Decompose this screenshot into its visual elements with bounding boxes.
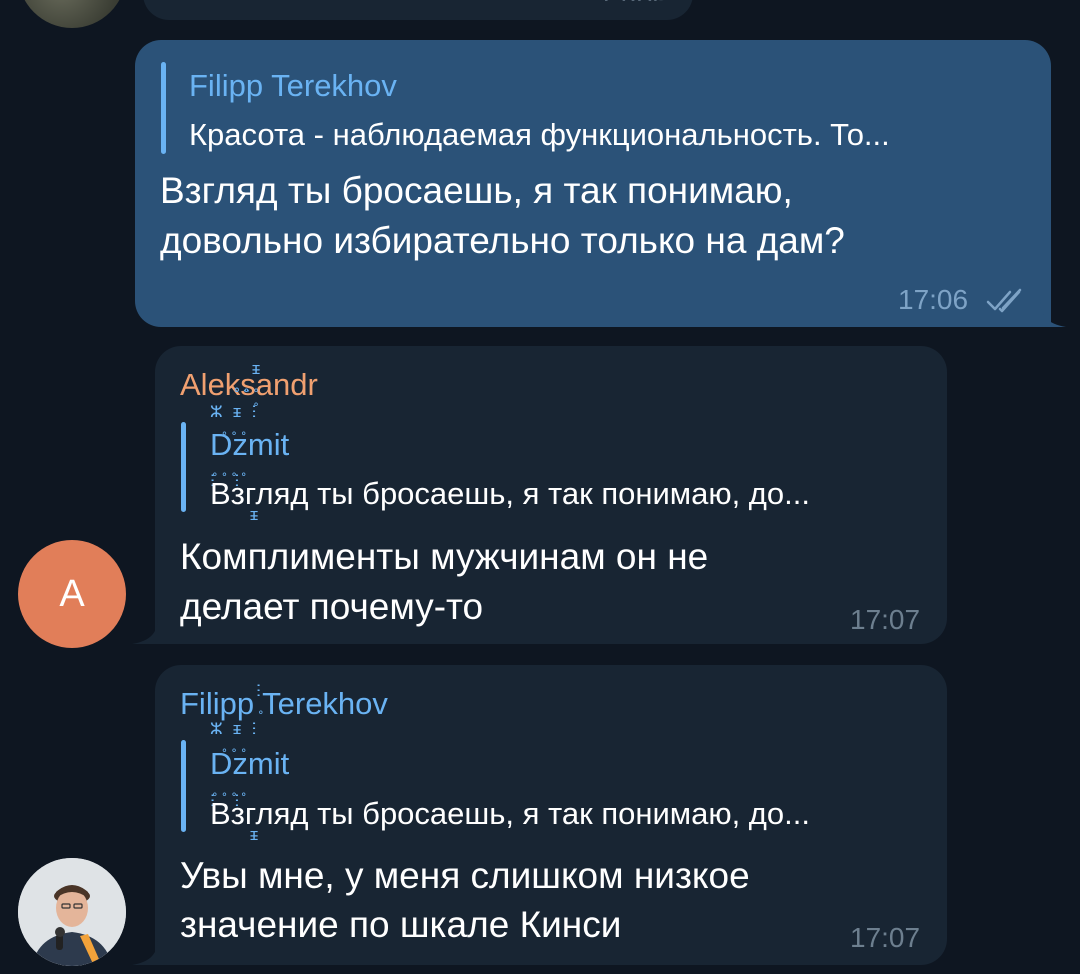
avatar[interactable]	[18, 0, 126, 28]
message-time: 17:06	[598, 0, 669, 19]
message-text-line: значение по шкале Кинси	[180, 904, 622, 945]
message-text-line: делает почему-то	[180, 586, 484, 627]
reply-quote-bar	[181, 740, 186, 832]
zalgo-decoration: ᵻ	[230, 825, 259, 844]
message-text-line: Увы мне, у меня слишком низкое	[180, 855, 750, 896]
reply-preview[interactable]: Взгляд ты бросаешь, я так понимаю, до...	[210, 476, 810, 512]
message-time: 17:07	[850, 604, 921, 635]
zalgo-decoration: ᵻ	[230, 505, 259, 524]
message-text-line: Комплименты мужчинам он не	[180, 536, 709, 577]
bubble-tail	[1040, 300, 1066, 327]
reply-preview[interactable]: Красота - наблюдаемая функциональность. …	[189, 117, 890, 153]
reply-preview[interactable]: Взгляд ты бросаешь, я так понимаю, до...	[210, 796, 810, 832]
message-time: 17:06	[898, 284, 969, 315]
user-photo	[18, 858, 126, 966]
message-author[interactable]: Filipp Terekhov	[180, 686, 388, 722]
avatar[interactable]: A	[18, 540, 126, 648]
message-text-line: довольно избирательно только на дам?	[160, 220, 845, 261]
bubble-tail	[132, 938, 158, 965]
double-check-icon	[986, 288, 1022, 313]
reply-author[interactable]: Filipp Terekhov	[189, 68, 397, 104]
message-time: 17:07	[850, 922, 921, 953]
reply-quote-bar	[181, 422, 186, 512]
bubble-tail	[132, 617, 158, 644]
zalgo-decoration: ⵗ ̥	[256, 681, 262, 700]
message-bubble-previous[interactable]: 17:06	[143, 0, 693, 20]
reply-quote-bar	[161, 62, 166, 154]
message-text-line: Взгляд ты бросаешь, я так понимаю,	[160, 170, 793, 211]
avatar[interactable]	[18, 858, 126, 966]
zalgo-decoration: ᵻ ̥̥ ̥ ̊ ̈ ̥	[232, 359, 261, 406]
avatar-letter: A	[59, 572, 85, 615]
